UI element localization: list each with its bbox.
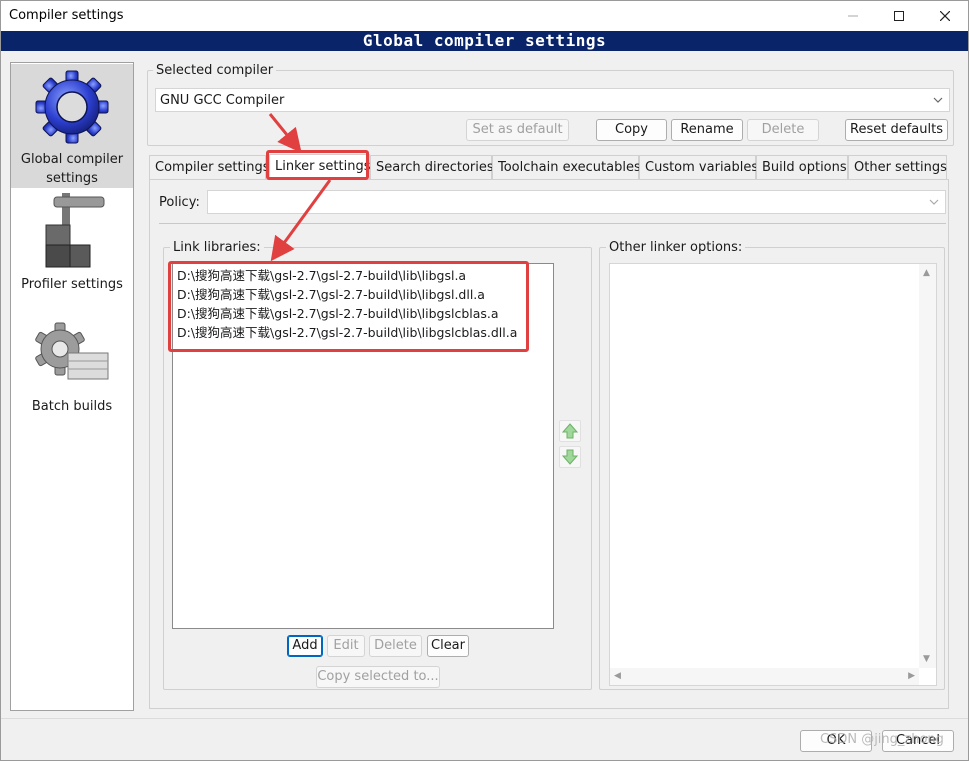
tab-toolchain-executables[interactable]: Toolchain executables: [492, 155, 641, 179]
scroll-up-icon: ▲: [923, 268, 930, 278]
selected-compiler-label: Selected compiler: [153, 63, 277, 79]
maximize-icon: [894, 11, 904, 21]
delete-compiler-button[interactable]: Delete: [747, 119, 819, 141]
title-bar: Compiler settings: [1, 1, 968, 31]
gear-icon: [35, 70, 109, 144]
settings-sidebar: Global compiler settings Profiler settin…: [10, 62, 134, 711]
delete-library-button[interactable]: Delete: [369, 635, 422, 657]
link-libraries-list[interactable]: D:\搜狗高速下载\gsl-2.7\gsl-2.7-build\lib\libg…: [172, 263, 554, 629]
other-linker-options-label: Other linker options:: [606, 240, 746, 256]
move-down-button[interactable]: [559, 446, 581, 468]
sidebar-item-global-compiler[interactable]: Global compiler settings: [11, 64, 133, 188]
minimize-icon: [848, 15, 858, 17]
list-item[interactable]: D:\搜狗高速下载\gsl-2.7\gsl-2.7-build\lib\libg…: [177, 285, 485, 304]
policy-label: Policy:: [159, 195, 200, 210]
divider: [159, 223, 946, 224]
set-as-default-button[interactable]: Set as default: [466, 119, 569, 141]
page-banner: Global compiler settings: [1, 31, 968, 51]
scroll-right-icon: ▶: [908, 671, 915, 681]
other-linker-options-input[interactable]: ▲ ▼ ◀ ▶: [609, 263, 937, 686]
close-button[interactable]: [922, 1, 968, 31]
sidebar-item-batch-builds[interactable]: Batch builds: [11, 313, 133, 423]
add-library-button[interactable]: Add: [287, 635, 323, 657]
list-item[interactable]: D:\搜狗高速下载\gsl-2.7\gsl-2.7-build\lib\libg…: [177, 304, 499, 323]
move-up-button[interactable]: [559, 420, 581, 442]
scroll-left-icon: ◀: [614, 671, 621, 681]
tab-other-settings[interactable]: Other settings: [848, 155, 947, 179]
chevron-down-icon: [933, 94, 943, 109]
copy-selected-to-button[interactable]: Copy selected to...: [316, 666, 440, 688]
sidebar-item-label: Global compiler settings: [20, 152, 124, 186]
watermark: CSDN @jing_zhong: [820, 732, 944, 747]
settings-main: Selected compiler GNU GCC Compiler Set a…: [146, 62, 958, 711]
linker-settings-page: Policy: Link libraries: D:\搜狗高速下载\gsl-2.…: [149, 179, 949, 709]
link-libraries-label: Link libraries:: [170, 240, 264, 256]
arrow-down-icon: [561, 449, 579, 465]
footer-divider: [1, 718, 968, 719]
compiler-select[interactable]: GNU GCC Compiler: [155, 88, 950, 112]
vertical-scrollbar[interactable]: ▲ ▼: [919, 264, 936, 668]
compiler-select-value: GNU GCC Compiler: [160, 93, 285, 108]
list-item[interactable]: D:\搜狗高速下载\gsl-2.7\gsl-2.7-build\lib\libg…: [177, 323, 517, 342]
scroll-down-icon: ▼: [923, 654, 930, 664]
maximize-button[interactable]: [876, 1, 922, 31]
batch-gear-icon: [35, 322, 109, 380]
window-title: Compiler settings: [9, 8, 124, 23]
copy-compiler-button[interactable]: Copy: [596, 119, 667, 141]
horizontal-scrollbar[interactable]: ◀ ▶: [610, 668, 919, 685]
tab-custom-variables[interactable]: Custom variables: [639, 155, 758, 179]
tab-search-directories[interactable]: Search directories: [370, 155, 494, 179]
arrow-up-icon: [561, 423, 579, 439]
sidebar-item-profiler[interactable]: Profiler settings: [11, 189, 133, 299]
minimize-button[interactable]: [830, 1, 876, 31]
clear-libraries-button[interactable]: Clear: [427, 635, 469, 657]
tab-compiler-settings[interactable]: Compiler settings: [149, 155, 270, 179]
tab-build-options[interactable]: Build options: [756, 155, 848, 179]
edit-library-button[interactable]: Edit: [327, 635, 365, 657]
sidebar-item-label: Batch builds: [31, 399, 113, 414]
list-item[interactable]: D:\搜狗高速下载\gsl-2.7\gsl-2.7-build\lib\libg…: [177, 266, 466, 285]
chevron-down-icon: [929, 196, 939, 211]
sidebar-item-label: Profiler settings: [21, 277, 123, 292]
policy-select[interactable]: [207, 190, 946, 214]
rename-compiler-button[interactable]: Rename: [671, 119, 743, 141]
profiler-icon: [45, 193, 105, 268]
tab-linker-settings[interactable]: Linker settings: [269, 154, 370, 180]
reset-defaults-button[interactable]: Reset defaults: [845, 119, 948, 141]
close-icon: [940, 11, 950, 21]
